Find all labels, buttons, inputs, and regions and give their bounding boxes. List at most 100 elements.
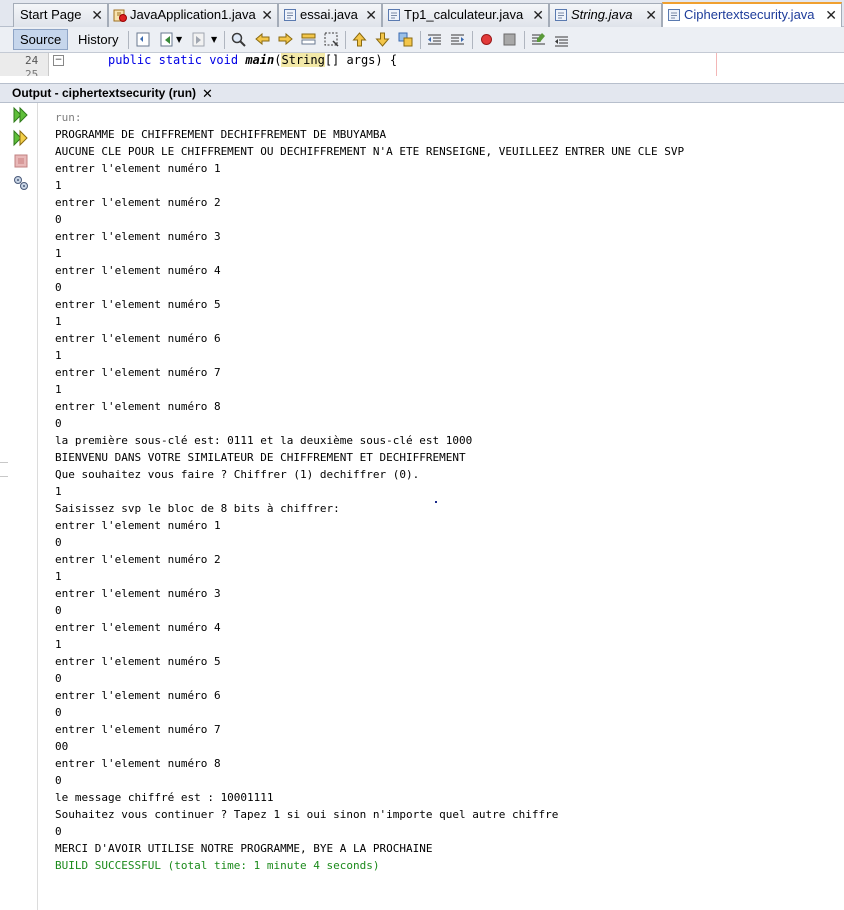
previous-bookmark-icon[interactable] xyxy=(351,31,368,48)
console-line: 1 xyxy=(55,638,62,651)
last-edit-icon[interactable] xyxy=(135,31,152,48)
line-gutter: 24 25 xyxy=(0,53,49,76)
stray-dot xyxy=(435,501,437,503)
shift-right-icon[interactable] xyxy=(449,31,466,48)
tab-tp1-calculateur[interactable]: Tp1_calculateur.java ✕ xyxy=(382,3,549,27)
toggle-highlight-icon[interactable] xyxy=(300,31,317,48)
back-icon[interactable] xyxy=(159,31,176,48)
console-line: entrer l'element numéro 1 xyxy=(55,162,221,175)
uncomment-icon[interactable] xyxy=(553,31,570,48)
tab-ciphertextsecurity[interactable]: Ciphertextsecurity.java ✕ xyxy=(662,2,842,27)
console-line: entrer l'element numéro 5 xyxy=(55,298,221,311)
close-icon[interactable]: ✕ xyxy=(91,4,103,26)
source-button[interactable]: Source xyxy=(13,29,69,50)
console-line: BUILD SUCCESSFUL (total time: 1 minute 4… xyxy=(55,859,380,872)
console-line: entrer l'element numéro 7 xyxy=(55,366,221,379)
console-line: 0 xyxy=(55,706,62,719)
console-line: 0 xyxy=(55,672,62,685)
console-line: PROGRAMME DE CHIFFREMENT DECHIFFREMENT D… xyxy=(55,128,387,141)
rectangular-selection-icon[interactable] xyxy=(323,31,340,48)
toolbar-separator xyxy=(345,31,346,49)
comment-icon[interactable] xyxy=(530,31,547,48)
toolbar-separator xyxy=(524,31,525,49)
tab-output[interactable]: Output - ciphertextsecurity (run) xyxy=(8,85,200,103)
toggle-bookmark-icon[interactable] xyxy=(397,31,414,48)
code-type: String xyxy=(281,53,325,67)
console-line: entrer l'element numéro 4 xyxy=(55,264,221,277)
tab-label: Tp1_calculateur.java xyxy=(404,7,524,22)
console-line: 0 xyxy=(55,604,62,617)
console-line: 1 xyxy=(55,179,62,192)
toolbar-separator xyxy=(224,31,225,49)
console-line: 00 xyxy=(55,740,69,753)
console-line: entrer l'element numéro 8 xyxy=(55,757,221,770)
console-line: entrer l'element numéro 5 xyxy=(55,655,221,668)
tab-label: JavaApplication1.java xyxy=(130,7,256,22)
console-line: 0 xyxy=(55,281,62,294)
shift-left-icon[interactable] xyxy=(426,31,443,48)
find-previous-icon[interactable] xyxy=(254,31,271,48)
line-number: 24 xyxy=(25,54,39,67)
console-line: BIENVENU DANS VOTRE SIMILATEUR DE CHIFFR… xyxy=(55,451,466,464)
search-icon[interactable] xyxy=(230,31,247,48)
close-icon[interactable]: ✕ xyxy=(645,4,657,26)
tab-label: Ciphertextsecurity.java xyxy=(684,7,815,22)
close-icon[interactable]: ✕ xyxy=(365,4,377,26)
start-macro-recording-icon[interactable] xyxy=(478,31,495,48)
console-line: entrer l'element numéro 2 xyxy=(55,553,221,566)
console-line: Saisissez svp le bloc de 8 bits à chiffr… xyxy=(55,502,340,515)
close-icon[interactable]: ✕ xyxy=(825,4,837,26)
code-method-name: main xyxy=(245,53,275,67)
console-line: MERCI D'AVOIR UTILISE NOTRE PROGRAMME, B… xyxy=(55,842,433,855)
stop-icon[interactable] xyxy=(12,152,30,170)
panel-divider xyxy=(0,462,8,910)
editor-tab-bar: Start Page ✕ JavaApplication1.java ✕ ess… xyxy=(0,0,844,27)
find-next-icon[interactable] xyxy=(277,31,294,48)
tab-essai[interactable]: essai.java ✕ xyxy=(278,3,382,27)
tab-string[interactable]: String.java ✕ xyxy=(549,3,662,27)
history-button[interactable]: History xyxy=(71,29,125,50)
console-line: 0 xyxy=(55,536,62,549)
console-line: AUCUNE CLE POUR LE CHIFFREMENT OU DECHIF… xyxy=(55,145,685,158)
tab-javaapplication1[interactable]: JavaApplication1.java ✕ xyxy=(108,3,278,27)
chevron-down-icon[interactable]: ▼ xyxy=(211,35,217,44)
close-icon[interactable]: ✕ xyxy=(532,4,544,26)
code-keyword: public xyxy=(108,53,152,67)
console-line: 0 xyxy=(55,417,62,430)
fold-collapse-icon[interactable]: − xyxy=(53,55,64,66)
forward-icon[interactable] xyxy=(191,31,208,48)
code-editor[interactable]: 24 25 − public static void main(String[]… xyxy=(0,53,844,76)
console-line: run: xyxy=(55,111,82,124)
tab-start-page[interactable]: Start Page ✕ xyxy=(13,3,108,27)
chevron-down-icon[interactable]: ▼ xyxy=(176,35,182,44)
close-icon[interactable]: ✕ xyxy=(202,85,213,102)
java-file-icon xyxy=(284,9,296,21)
console-line: 0 xyxy=(55,774,62,787)
tab-label: String.java xyxy=(571,7,633,22)
tab-label: Start Page xyxy=(20,7,82,22)
console-line: entrer l'element numéro 6 xyxy=(55,332,221,345)
console-line: 1 xyxy=(55,570,62,583)
java-file-icon xyxy=(555,9,567,21)
console-line: entrer l'element numéro 1 xyxy=(55,519,221,532)
rerun-with-different-parameters-icon[interactable] xyxy=(12,129,30,147)
toolbar-separator xyxy=(472,31,473,49)
right-margin-line xyxy=(716,53,717,76)
code-keyword: static xyxy=(158,53,202,67)
output-console[interactable]: run: PROGRAMME DE CHIFFREMENT DECHIFFREME… xyxy=(38,103,844,910)
console-line: 0 xyxy=(55,213,62,226)
close-icon[interactable]: ✕ xyxy=(261,4,273,26)
console-line: Que souhaitez vous faire ? Chiffrer (1) … xyxy=(55,468,420,481)
settings-icon[interactable] xyxy=(12,174,30,192)
toolbar-separator xyxy=(420,31,421,49)
java-file-icon xyxy=(668,9,680,21)
java-file-icon xyxy=(388,9,400,21)
code-keyword: void xyxy=(209,53,239,67)
toolbar-separator xyxy=(128,31,129,49)
console-line: 1 xyxy=(55,349,62,362)
stop-macro-recording-icon[interactable] xyxy=(501,31,518,48)
rerun-icon[interactable] xyxy=(12,106,30,124)
console-line: entrer l'element numéro 6 xyxy=(55,689,221,702)
console-line: 1 xyxy=(55,383,62,396)
next-bookmark-icon[interactable] xyxy=(374,31,391,48)
